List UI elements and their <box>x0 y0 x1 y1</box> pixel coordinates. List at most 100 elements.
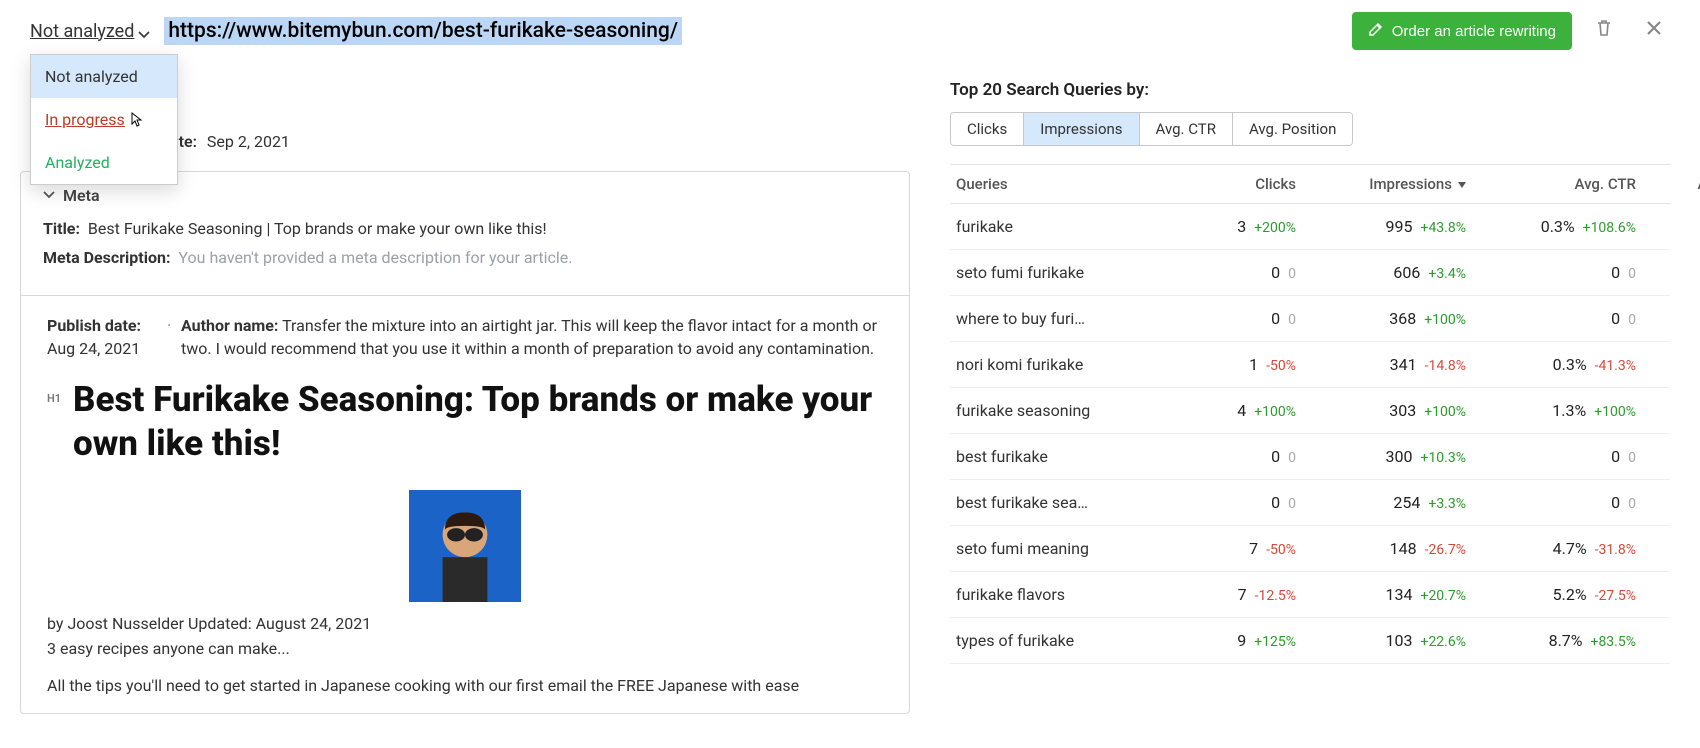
cell-clicks: 9+125% <box>1176 631 1296 650</box>
table-row[interactable]: furikake flavors7-12.5%134+20.7%5.2%-27.… <box>950 572 1670 618</box>
author-col: Author name: Transfer the mixture into a… <box>167 314 883 360</box>
table-row[interactable]: types of furikake9+125%103+22.6%8.7%+83.… <box>950 618 1670 664</box>
table-row[interactable]: best furikake00300+10.3%003.1+0.1 <box>950 434 1670 480</box>
author-label: Author name: <box>181 316 278 335</box>
cell-impressions: 254+3.3% <box>1296 493 1466 512</box>
table-row[interactable]: furikake seasoning4+100%303+100%1.3%+100… <box>950 388 1670 434</box>
cell-clicks: 00 <box>1176 263 1296 282</box>
queries-table: Queries Clicks Impressions Avg. CTR Avg.… <box>950 164 1670 664</box>
close-icon <box>1644 18 1664 43</box>
dropdown-item-in-progress[interactable]: In progress <box>31 98 177 141</box>
cell-clicks: 00 <box>1176 309 1296 328</box>
byline: by Joost Nusselder Updated: August 24, 2… <box>47 614 883 633</box>
cell-position: 10.4+0.8 <box>1636 263 1700 282</box>
col-impressions[interactable]: Impressions <box>1296 175 1466 193</box>
pub-author-row: Publish date: Aug 24, 2021 Author name: … <box>47 314 883 360</box>
tab-ctr[interactable]: Avg. CTR <box>1140 113 1233 145</box>
query-cell: furikake <box>956 217 1176 236</box>
tab-clicks[interactable]: Clicks <box>951 113 1024 145</box>
cell-position: 5.8+1 <box>1636 585 1700 604</box>
body-snippet: All the tips you'll need to get started … <box>47 676 883 695</box>
cell-ctr: 00 <box>1466 309 1636 328</box>
partial-date-value: Sep 2, 2021 <box>207 132 290 151</box>
metric-tabs: Clicks Impressions Avg. CTR Avg. Positio… <box>950 112 1353 146</box>
h1-row: H1 Best Furikake Seasoning: Top brands o… <box>47 378 883 484</box>
query-cell: furikake seasoning <box>956 401 1176 420</box>
meta-desc-label: Meta Description: <box>43 248 170 267</box>
query-cell: furikake flavors <box>956 585 1176 604</box>
url-text[interactable]: https://www.bitemybun.com/best-furikake-… <box>164 17 682 45</box>
main: ate: Sep 2, 2021 Meta Title: Best Furika… <box>0 62 1700 748</box>
table-header: Queries Clicks Impressions Avg. CTR Avg.… <box>950 165 1670 204</box>
query-cell: best furikake <box>956 447 1176 466</box>
cell-ctr: 5.2%-27.5% <box>1466 585 1636 604</box>
cell-position: 4.7+0.6 <box>1636 355 1700 374</box>
col-ctr[interactable]: Avg. CTR <box>1466 175 1636 193</box>
cell-position: 10.1n/a <box>1636 401 1700 420</box>
cell-ctr: 00 <box>1466 263 1636 282</box>
dropdown-item-not-analyzed[interactable]: Not analyzed <box>31 55 177 98</box>
cell-impressions: 368+100% <box>1296 309 1466 328</box>
col-queries[interactable]: Queries <box>956 175 1176 193</box>
edit-icon <box>1368 21 1384 41</box>
dropdown-item-analyzed[interactable]: Analyzed <box>31 141 177 184</box>
meta-section-header[interactable]: Meta <box>43 186 887 205</box>
publish-date-value: Aug 24, 2021 <box>47 339 140 358</box>
table-row[interactable]: seto fumi furikake00606+3.4%0010.4+0.8 <box>950 250 1670 296</box>
meta-title-line: Title: Best Furikake Seasoning | Top bra… <box>43 219 887 238</box>
article-h1: Best Furikake Seasoning: Top brands or m… <box>73 378 883 466</box>
cell-position: 9.9n/a <box>1636 309 1700 328</box>
cell-impressions: 341-14.8% <box>1296 355 1466 374</box>
table-row[interactable]: furikake3+200%995+43.8%0.3%+108.6%29.8+1… <box>950 204 1670 250</box>
cell-position: 3.7+0.4 <box>1636 539 1700 558</box>
cell-impressions: 303+100% <box>1296 401 1466 420</box>
meta-title-value: Best Furikake Seasoning | Top brands or … <box>88 219 547 238</box>
intro-line: 3 easy recipes anyone can make... <box>47 639 883 658</box>
cell-clicks: 7-50% <box>1176 539 1296 558</box>
table-row[interactable]: nori komi furikake1-50%341-14.8%0.3%-41.… <box>950 342 1670 388</box>
tab-impressions[interactable]: Impressions <box>1024 113 1139 145</box>
cell-position: 29.8+16.8 <box>1636 217 1700 236</box>
cell-clicks: 00 <box>1176 493 1296 512</box>
query-cell: best furikake sea… <box>956 493 1176 512</box>
table-row[interactable]: seto fumi meaning7-50%148-26.7%4.7%-31.8… <box>950 526 1670 572</box>
meta-label: Meta <box>63 186 100 205</box>
article-body: Publish date: Aug 24, 2021 Author name: … <box>21 296 909 713</box>
cell-impressions: 995+43.8% <box>1296 217 1466 236</box>
delete-button[interactable] <box>1586 14 1622 48</box>
cell-ctr: 4.7%-31.8% <box>1466 539 1636 558</box>
tab-position[interactable]: Avg. Position <box>1233 113 1352 145</box>
h1-badge: H1 <box>47 378 67 405</box>
queries-title: Top 20 Search Queries by: <box>950 80 1670 100</box>
query-cell: seto fumi furikake <box>956 263 1176 282</box>
table-row[interactable]: best furikake sea…00254+3.3%003+0 <box>950 480 1670 526</box>
chevron-down-icon <box>43 186 55 205</box>
cell-impressions: 148-26.7% <box>1296 539 1466 558</box>
cell-ctr: 8.7%+83.5% <box>1466 631 1636 650</box>
query-cell: where to buy furi… <box>956 309 1176 328</box>
article-card: Meta Title: Best Furikake Seasoning | To… <box>20 171 910 714</box>
col-clicks[interactable]: Clicks <box>1176 175 1296 193</box>
status-dropdown-trigger[interactable]: Not analyzed <box>30 21 150 42</box>
cell-clicks: 7-12.5% <box>1176 585 1296 604</box>
col-position[interactable]: Avg. Position <box>1636 175 1700 193</box>
order-article-button[interactable]: Order an article rewriting <box>1352 12 1572 50</box>
meta-title-label: Title: <box>43 219 80 238</box>
cell-ctr: 0.3%+108.6% <box>1466 217 1636 236</box>
publish-date-label: Publish date: <box>47 316 141 335</box>
author-text: Transfer the mixture into an airtight ja… <box>181 316 877 358</box>
cell-impressions: 606+3.4% <box>1296 263 1466 282</box>
cell-impressions: 300+10.3% <box>1296 447 1466 466</box>
dropdown-item-label: In progress <box>45 110 125 129</box>
chevron-down-icon <box>138 25 150 37</box>
close-button[interactable] <box>1636 14 1672 48</box>
cell-clicks: 4+100% <box>1176 401 1296 420</box>
cell-ctr: 1.3%+100% <box>1466 401 1636 420</box>
cell-ctr: 00 <box>1466 447 1636 466</box>
cell-position: 3.1+0.1 <box>1636 447 1700 466</box>
author-avatar <box>409 490 521 602</box>
trash-icon <box>1594 18 1614 43</box>
table-row[interactable]: where to buy furi…00368+100%009.9n/a <box>950 296 1670 342</box>
query-cell: nori komi furikake <box>956 355 1176 374</box>
query-cell: seto fumi meaning <box>956 539 1176 558</box>
